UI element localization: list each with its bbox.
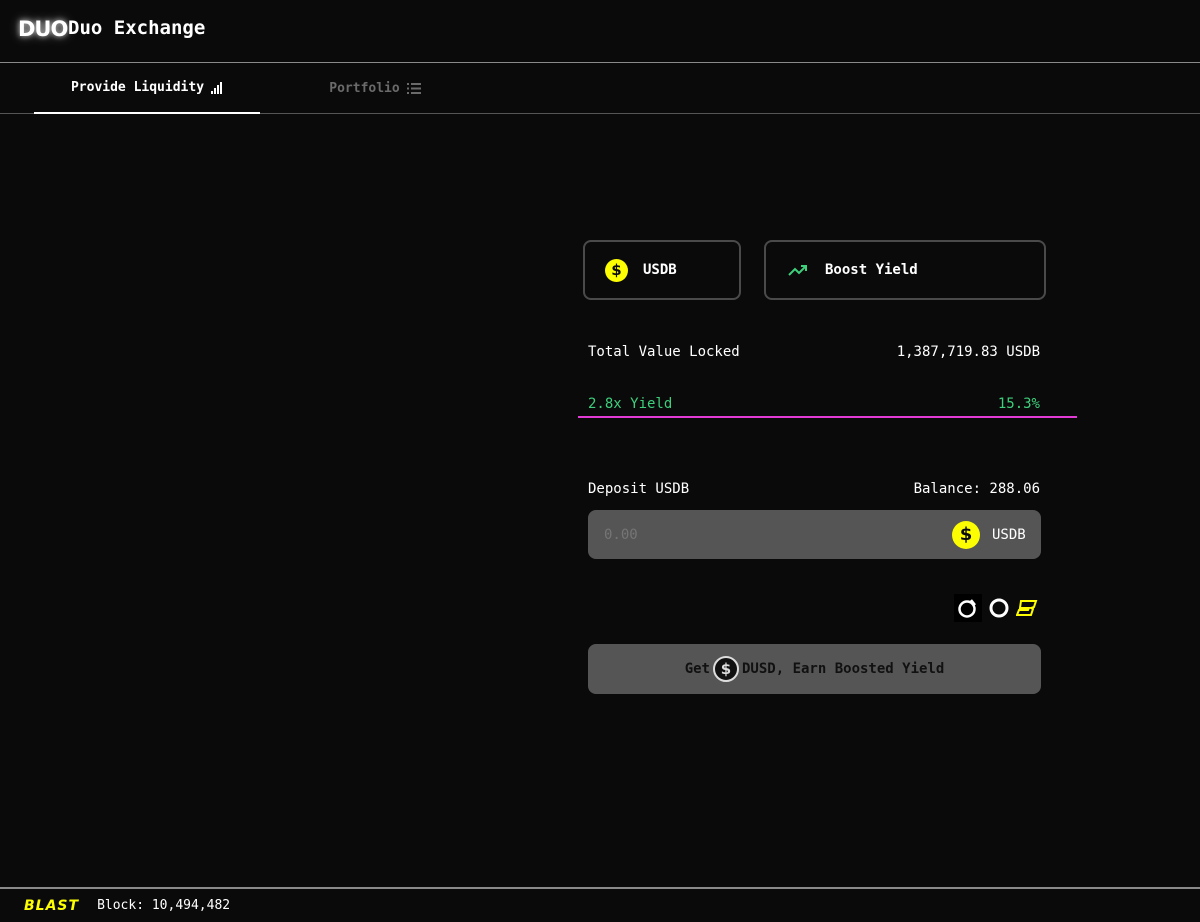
tab-provide-liquidity[interactable]: Provide Liquidity <box>34 63 260 114</box>
deposit-amount-input[interactable] <box>604 526 934 543</box>
deposit-label: Deposit USDB <box>588 481 690 497</box>
app-title: Duo Exchange <box>68 17 206 39</box>
deposit-input-box: $ USDB <box>588 510 1041 559</box>
get-dusd-button[interactable]: Get $ DUSD, Earn Boosted Yield <box>588 644 1041 694</box>
yield-divider <box>578 416 1077 418</box>
yield-row: 2.8x Yield 15.3% <box>588 396 1040 412</box>
blast-logo[interactable]: BLAST <box>24 898 79 914</box>
top-header: DUO Duo Exchange <box>0 0 1200 63</box>
dusd-coin-icon: $ <box>713 656 739 682</box>
duo-logo[interactable]: DUO <box>18 17 68 41</box>
tvl-row: Total Value Locked 1,387,719.83 USDB <box>588 344 1040 360</box>
cta-suffix: DUSD, Earn Boosted Yield <box>742 661 945 677</box>
partner-icons <box>954 594 1038 622</box>
list-icon <box>406 82 421 94</box>
footer: BLAST Block: 10,494,482 <box>0 887 1200 922</box>
usdb-coin-icon: $ <box>605 258 628 282</box>
token-label: USDB <box>643 262 677 278</box>
blast-b-icon <box>1016 600 1038 616</box>
yield-label: 2.8x Yield <box>588 396 673 412</box>
orbit-icon <box>954 594 982 622</box>
block-number: Block: 10,494,482 <box>97 898 231 913</box>
deposit-row: Deposit USDB Balance: 288.06 <box>588 481 1040 497</box>
balance-text[interactable]: Balance: 288.06 <box>914 481 1040 497</box>
cta-prefix: Get <box>684 661 710 677</box>
tvl-value: 1,387,719.83 USDB <box>896 344 1040 360</box>
tab-bar: Provide Liquidity Portfolio <box>0 63 1200 114</box>
boost-yield-label: Boost Yield <box>825 262 918 278</box>
bar-chart-icon <box>211 81 223 94</box>
tab-label: Portfolio <box>329 80 400 96</box>
boost-yield-button[interactable]: Boost Yield <box>764 240 1046 300</box>
tvl-label: Total Value Locked <box>588 344 740 360</box>
trending-up-icon <box>788 263 808 277</box>
tab-label: Provide Liquidity <box>70 80 205 95</box>
usdb-coin-icon: $ <box>952 520 980 549</box>
yield-value: 15.3% <box>997 396 1040 412</box>
deposit-unit: USDB <box>992 526 1026 543</box>
tab-portfolio[interactable]: Portfolio <box>262 63 488 113</box>
ring-icon <box>988 597 1010 619</box>
token-selector-button[interactable]: $ USDB <box>583 240 741 300</box>
